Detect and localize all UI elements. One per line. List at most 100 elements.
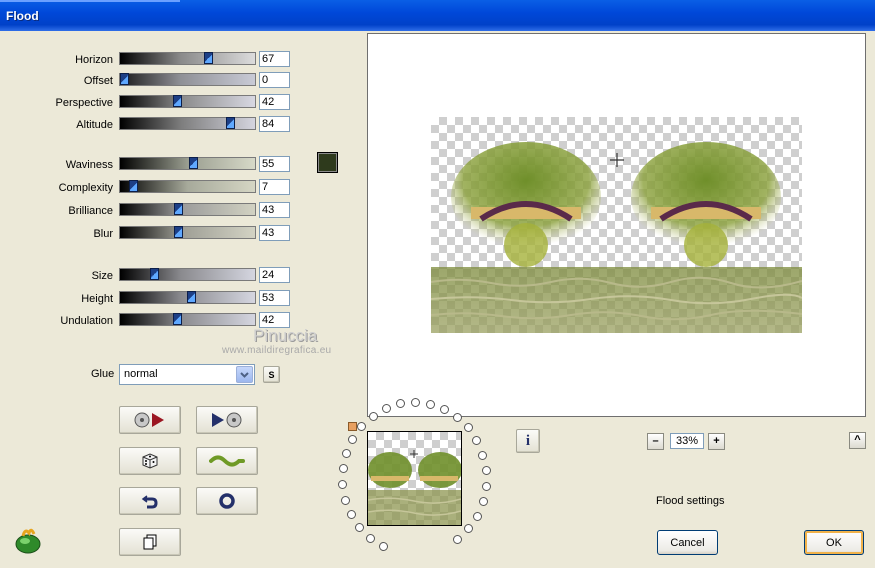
waviness-slider-thumb[interactable] [189,157,198,169]
glue-s-button[interactable]: S [263,366,280,383]
size-slider[interactable] [119,268,256,281]
slider-row-waviness: Waviness 55 [0,156,290,173]
navigator-dot [453,413,462,422]
preview-canvas[interactable] [367,33,866,417]
complexity-value-field[interactable]: 7 [259,179,290,195]
navigator-dot [348,435,357,444]
blur-value-field[interactable]: 43 [259,225,290,241]
navigator-dot [479,497,488,506]
complexity-slider[interactable] [119,180,256,193]
height-value-field[interactable]: 53 [259,290,290,306]
navigator-dot [369,412,378,421]
navigator-dot [426,400,435,409]
glue-label: Glue [91,368,115,380]
brilliance-slider-thumb[interactable] [174,203,183,215]
navigator-dot [440,405,449,414]
slider-row-altitude: Altitude 84 [0,116,290,133]
height-slider[interactable] [119,291,256,304]
undo-button[interactable] [119,487,181,515]
offset-slider-thumb[interactable] [120,73,129,85]
zoom-in-button[interactable]: + [708,433,725,450]
ok-button[interactable]: OK [804,530,864,555]
navigator-dot [453,535,462,544]
blur-slider-thumb[interactable] [174,226,183,238]
navigator-dot [482,482,491,491]
navigator-dot [338,480,347,489]
navigator-dot [357,422,366,431]
slider-row-size: Size 24 [0,267,290,284]
waviness-label: Waviness [65,159,113,171]
navigator-dot [341,496,350,505]
complexity-label: Complexity [58,182,113,194]
collapse-up-button[interactable]: ^ [849,432,866,449]
offset-slider[interactable] [119,73,256,86]
zoom-level: 33% [670,433,704,449]
color-swatch[interactable] [317,152,338,173]
altitude-slider-thumb[interactable] [226,117,235,129]
watermark: Pinuccia www.maildiregrafica.eu [222,326,352,360]
navigator-dot [396,399,405,408]
horizon-slider-thumb[interactable] [204,52,213,64]
navigator-dot [382,404,391,413]
flood-image [430,142,803,333]
navigator-image [367,450,462,525]
size-label: Size [91,270,113,282]
copy-button[interactable] [119,528,181,556]
glue-select[interactable]: normal [119,364,255,385]
navigator-dot [366,534,375,543]
offset-label: Offset [83,75,113,87]
slider-row-perspective: Perspective 42 [0,94,290,111]
altitude-value-field[interactable]: 84 [259,116,290,132]
dice-icon [142,453,158,469]
cancel-button[interactable]: Cancel [657,530,718,555]
chevron-down-icon [240,372,249,378]
copy-pages-icon [143,534,157,550]
undulation-slider[interactable] [119,313,256,326]
app-logo-icon [15,528,41,554]
size-slider-thumb[interactable] [150,268,159,280]
wave-button[interactable] [196,447,258,475]
navigator-dot [478,451,487,460]
perspective-value-field[interactable]: 42 [259,94,290,110]
brilliance-value-field[interactable]: 43 [259,202,290,218]
dropdown-arrow-button[interactable] [236,366,253,383]
randomize-button[interactable] [119,447,181,475]
height-label: Height [81,293,113,305]
navigator-dot [472,436,481,445]
perspective-slider[interactable] [119,95,256,108]
brilliance-label: Brilliance [68,205,113,217]
navigator-dot [342,449,351,458]
brilliance-slider[interactable] [119,203,256,216]
slider-row-offset: Offset 0 [0,72,290,89]
navigator-thumbnail[interactable] [367,431,462,526]
preview-image [430,117,803,333]
altitude-slider[interactable] [119,117,256,130]
navigator-dot [355,523,364,532]
perspective-slider-thumb[interactable] [173,95,182,107]
navigator-dot [379,542,388,551]
blur-slider[interactable] [119,226,256,239]
offset-value-field[interactable]: 0 [259,72,290,88]
zoom-out-button[interactable]: – [647,433,664,450]
navigator-dot [464,524,473,533]
horizon-value-field[interactable]: 67 [259,51,290,67]
info-button[interactable]: i [516,429,540,453]
save-preset-button[interactable] [196,406,258,434]
complexity-slider-thumb[interactable] [129,180,138,192]
reset-button[interactable] [196,487,258,515]
navigator-dot [464,423,473,432]
navigator-dot [347,510,356,519]
title-highlight [0,0,180,2]
load-preset-button[interactable] [119,406,181,434]
arrow-disc-right-icon [212,412,242,428]
horizon-slider[interactable] [119,52,256,65]
undulation-label: Undulation [60,315,113,327]
waviness-slider[interactable] [119,157,256,170]
undulation-slider-thumb[interactable] [173,313,182,325]
size-value-field[interactable]: 24 [259,267,290,283]
height-slider-thumb[interactable] [187,291,196,303]
waviness-value-field[interactable]: 55 [259,156,290,172]
glue-selected-value: normal [124,368,158,380]
watermark-url: www.maildiregrafica.eu [222,345,332,356]
navigator-handle[interactable] [348,422,357,431]
